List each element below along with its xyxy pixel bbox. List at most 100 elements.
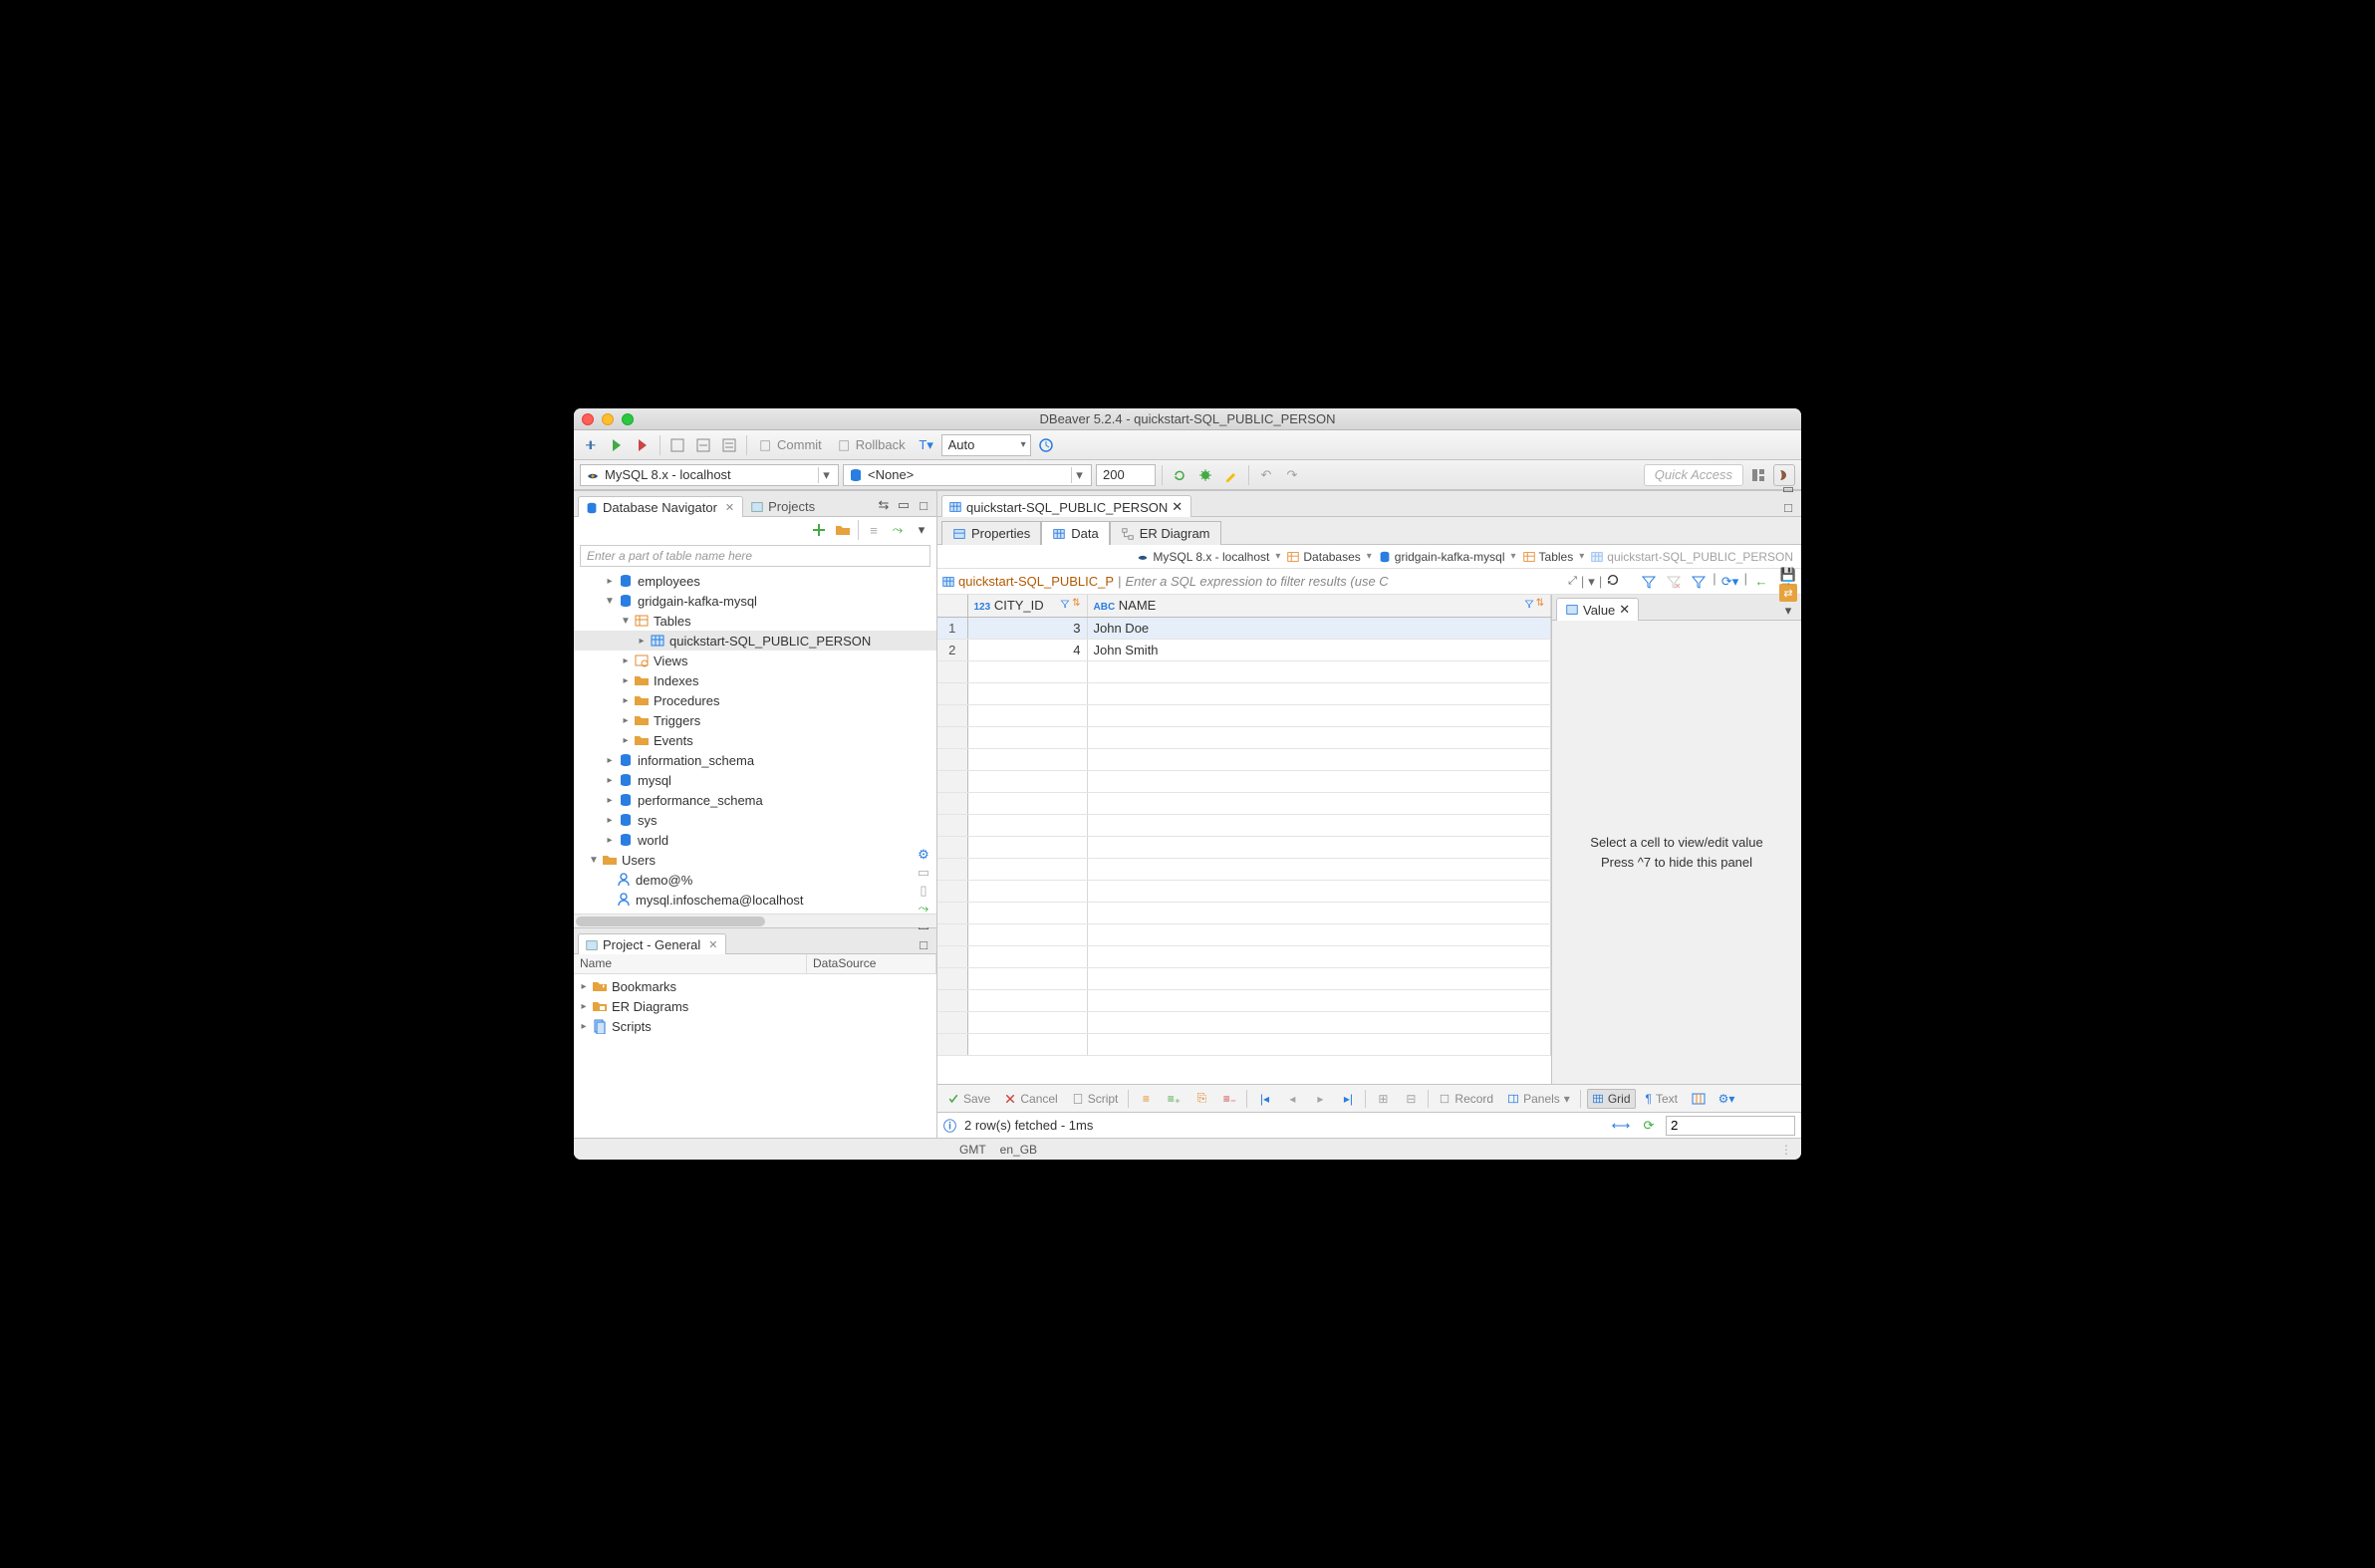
- collapse-icon[interactable]: ▭: [915, 864, 932, 882]
- grid-mode-button[interactable]: Grid: [1587, 1089, 1636, 1109]
- sub-tab-properties[interactable]: Properties: [941, 521, 1041, 545]
- tree-item-employees[interactable]: employees: [638, 574, 700, 589]
- cell-name[interactable]: John Smith: [1087, 639, 1551, 660]
- new-connection-icon[interactable]: [808, 519, 830, 541]
- filter-history-icon[interactable]: ▾: [1588, 574, 1595, 590]
- tree-item-tables[interactable]: Tables: [654, 614, 691, 629]
- navigator-tree[interactable]: ▸employees ▼gridgain-kafka-mysql ▼Tables…: [574, 569, 936, 914]
- editor-tab-quickstart[interactable]: quickstart-SQL_PUBLIC_PERSON ✕: [941, 495, 1191, 517]
- refresh-grid-icon[interactable]: ⟳▾: [1719, 571, 1741, 593]
- connect-button[interactable]: [606, 434, 628, 456]
- maximize-view-icon[interactable]: □: [1779, 498, 1797, 516]
- undo-button[interactable]: ↶: [1255, 464, 1277, 486]
- rollback-button[interactable]: Rollback: [832, 434, 912, 456]
- tree-item-triggers[interactable]: Triggers: [654, 713, 700, 728]
- row-number[interactable]: 1: [937, 617, 967, 639]
- quick-access-field[interactable]: Quick Access: [1644, 464, 1743, 486]
- new-folder-icon[interactable]: [832, 519, 854, 541]
- view-menu-icon[interactable]: ▾: [911, 519, 932, 541]
- column-header-name[interactable]: ABC NAME ⇅: [1087, 595, 1551, 617]
- cell-city-id[interactable]: 4: [967, 639, 1087, 660]
- tree-item-indexes[interactable]: Indexes: [654, 673, 699, 688]
- close-icon[interactable]: ✕: [1172, 499, 1183, 515]
- horizontal-scrollbar[interactable]: [574, 914, 936, 927]
- minimize-view-icon[interactable]: ▭: [895, 496, 913, 514]
- crumb-tables[interactable]: Tables: [1522, 550, 1574, 564]
- connection-combo[interactable]: MySQL 8.x - localhost ▾: [580, 464, 839, 486]
- sub-tab-er-diagram[interactable]: ER Diagram: [1110, 521, 1221, 545]
- crumb-connection[interactable]: MySQL 8.x - localhost: [1136, 550, 1269, 564]
- new-connection-button[interactable]: [580, 434, 602, 456]
- panels-button[interactable]: Panels ▾: [1503, 1090, 1574, 1108]
- save-grid-button[interactable]: Save: [943, 1090, 994, 1108]
- last-page-icon[interactable]: ▸|: [1337, 1088, 1359, 1110]
- prev-page-icon[interactable]: ◂: [1281, 1088, 1303, 1110]
- project-col-name[interactable]: Name: [574, 954, 807, 973]
- close-icon[interactable]: ✕: [708, 938, 717, 951]
- row-header-corner[interactable]: [937, 595, 967, 617]
- filter-remove-icon[interactable]: [1663, 571, 1685, 593]
- auto-refresh-icon[interactable]: ⟳: [1638, 1115, 1660, 1137]
- nav-fwd-icon[interactable]: →: [1775, 571, 1797, 593]
- tree-item-information-schema[interactable]: information_schema: [638, 753, 754, 768]
- text-mode-button[interactable]: ¶Text: [1642, 1090, 1682, 1108]
- tree-item-procedures[interactable]: Procedures: [654, 693, 719, 708]
- tree-item-performance-schema[interactable]: performance_schema: [638, 793, 763, 808]
- perspective-button[interactable]: [1747, 464, 1769, 486]
- tree-item-views[interactable]: Views: [654, 653, 687, 668]
- tree-item-er-diagrams[interactable]: ER Diagrams: [612, 999, 688, 1014]
- filter-col-icon[interactable]: [1638, 571, 1660, 593]
- cell-name[interactable]: John Doe: [1087, 617, 1551, 639]
- highlight-button[interactable]: [1220, 464, 1242, 486]
- rows-limit-field[interactable]: 200: [1096, 464, 1156, 486]
- tx-mode-combo[interactable]: Auto: [941, 434, 1031, 456]
- debug-button[interactable]: [1194, 464, 1216, 486]
- tree-item-users[interactable]: Users: [622, 853, 656, 868]
- link-editor-icon[interactable]: ⇆: [875, 496, 893, 514]
- close-icon[interactable]: ✕: [725, 501, 734, 514]
- filter-settings-icon[interactable]: [1688, 571, 1710, 593]
- tree-item-user-infoschema[interactable]: mysql.infoschema@localhost: [636, 893, 804, 908]
- maximize-view-icon[interactable]: □: [915, 496, 932, 514]
- commit-button[interactable]: Commit: [753, 434, 828, 456]
- tree-item-user-demo[interactable]: demo@%: [636, 873, 692, 888]
- disconnect-button[interactable]: [632, 434, 654, 456]
- crumb-database[interactable]: gridgain-kafka-mysql: [1378, 550, 1505, 564]
- sub-tab-data[interactable]: Data: [1041, 521, 1109, 545]
- table-row[interactable]: 2 4 John Smith: [937, 639, 1551, 660]
- delete-row-icon[interactable]: ≡₋: [1218, 1088, 1240, 1110]
- zoom-in-icon[interactable]: ⊞: [1372, 1088, 1394, 1110]
- data-grid[interactable]: 123 CITY_ID ⇅ ABC NAME ⇅: [937, 595, 1552, 1084]
- schema-combo[interactable]: <None> ▾: [843, 464, 1092, 486]
- tree-item-quickstart[interactable]: quickstart-SQL_PUBLIC_PERSON: [669, 634, 871, 649]
- filter-table-name[interactable]: quickstart-SQL_PUBLIC_P: [941, 574, 1114, 589]
- next-page-icon[interactable]: ▸: [1309, 1088, 1331, 1110]
- filter-expression-placeholder[interactable]: Enter a SQL expression to filter results…: [1125, 574, 1564, 589]
- link-sel-icon[interactable]: ⤳: [887, 519, 909, 541]
- tab-database-navigator[interactable]: Database Navigator ✕: [578, 496, 743, 517]
- value-tab[interactable]: Value ✕: [1556, 598, 1639, 621]
- first-page-icon[interactable]: |◂: [1253, 1088, 1275, 1110]
- minimize-view-icon[interactable]: ▭: [1779, 480, 1797, 498]
- add-row-icon[interactable]: ≡₊: [1163, 1088, 1185, 1110]
- expand-filter-icon[interactable]: ⤢: [1568, 575, 1577, 588]
- auto-width-icon[interactable]: ⟷: [1610, 1115, 1632, 1137]
- close-icon[interactable]: ✕: [1619, 602, 1630, 618]
- history-button[interactable]: [1035, 434, 1057, 456]
- column-header-city-id[interactable]: 123 CITY_ID ⇅: [967, 595, 1087, 617]
- tree-item-scripts[interactable]: Scripts: [612, 1019, 652, 1034]
- tab-projects[interactable]: Projects: [743, 495, 824, 516]
- zoom-out-icon[interactable]: ⊟: [1400, 1088, 1422, 1110]
- tree-item-world[interactable]: world: [638, 833, 668, 848]
- cancel-grid-button[interactable]: Cancel: [1000, 1090, 1061, 1108]
- sql-editor-button[interactable]: [666, 434, 688, 456]
- recent-sql-button[interactable]: [718, 434, 740, 456]
- collapse-all-icon[interactable]: ≡: [863, 519, 885, 541]
- tx-dropdown-button[interactable]: T▾: [916, 434, 937, 456]
- tree-item-bookmarks[interactable]: Bookmarks: [612, 979, 676, 994]
- gear-icon[interactable]: ⚙: [915, 846, 932, 864]
- edit-row-icon[interactable]: ≡: [1135, 1088, 1157, 1110]
- record-mode-button[interactable]: Record: [1435, 1090, 1497, 1108]
- project-col-datasource[interactable]: DataSource: [807, 954, 936, 973]
- navigator-filter-input[interactable]: [580, 545, 930, 567]
